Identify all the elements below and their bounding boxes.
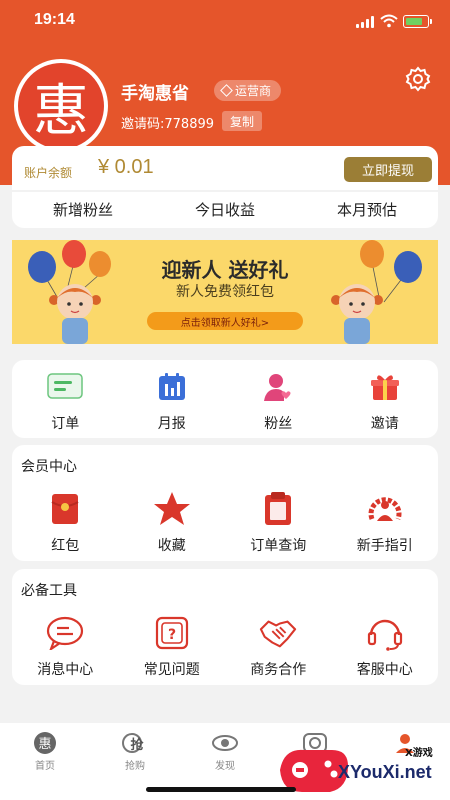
copy-button[interactable]: 复制: [222, 111, 263, 131]
svg-text:抢: 抢: [130, 737, 144, 753]
tool-label: 常见问题: [143, 662, 200, 678]
balance-label: 账户余额: [24, 166, 73, 180]
tab-home[interactable]: 惠 首页: [20, 731, 70, 772]
tool-label: 商务合作: [250, 662, 307, 678]
handshake-icon: [259, 614, 297, 652]
member-label: 订单查询: [250, 538, 307, 554]
username: 手淘惠省: [121, 84, 189, 104]
avatar[interactable]: 惠: [14, 59, 108, 153]
balance-card: 账户余额 ¥ 0.01 立即提现: [12, 146, 438, 190]
invite-code: 邀请码:778899: [121, 117, 215, 132]
watermark-big-text: XYouXi.net: [338, 762, 432, 782]
member-center-title: 会员中心: [21, 459, 77, 475]
home-indicator: [146, 787, 296, 792]
quick-menu-label: 订单: [51, 416, 80, 432]
quick-menu-fans[interactable]: 粉丝: [225, 368, 332, 433]
quick-menu-label: 月报: [157, 416, 186, 432]
tab-label: 抢购: [125, 761, 145, 772]
quick-menu-card: 订单 月报 粉丝 邀请: [12, 360, 438, 438]
stat-month-estimate[interactable]: 本月预估: [296, 192, 438, 228]
guide-icon: [366, 490, 404, 528]
banner-cta-button[interactable]: 点击领取新人好礼>: [147, 312, 303, 330]
promo-banner[interactable]: 迎新人 送好礼 新人免费领红包 点击领取新人好礼>: [12, 240, 438, 344]
clipboard-icon: [259, 490, 297, 528]
settings-gear-icon[interactable]: [405, 66, 431, 92]
report-icon: [153, 368, 191, 406]
status-bar: 19:14: [0, 0, 450, 44]
invite-gift-icon: [366, 368, 404, 406]
svg-text:?: ?: [168, 627, 176, 643]
battery-icon: [403, 15, 432, 28]
member-label: 收藏: [157, 538, 186, 554]
diamond-icon: [220, 84, 233, 97]
member-label: 红包: [51, 538, 80, 554]
member-favorites[interactable]: 收藏: [119, 490, 226, 555]
stat-today-income[interactable]: 今日收益: [154, 192, 296, 228]
tools-title: 必备工具: [21, 583, 77, 599]
headset-icon: [366, 614, 404, 652]
quick-menu-label: 邀请: [370, 416, 399, 432]
svg-text:惠: 惠: [38, 737, 51, 752]
member-order-query[interactable]: 订单查询: [225, 490, 332, 555]
balance-value: ¥ 0.01: [98, 156, 154, 178]
tool-message-center[interactable]: 消息中心: [12, 614, 119, 679]
member-red-envelope[interactable]: 红包: [12, 490, 119, 555]
tab-rush-buy[interactable]: 抢 抢购: [110, 731, 160, 772]
tab-label: 首页: [35, 761, 55, 772]
watermark-small-text: X游戏: [405, 748, 433, 759]
tool-business-cooperation[interactable]: 商务合作: [225, 614, 332, 679]
order-icon: [46, 368, 84, 406]
member-beginner-guide[interactable]: 新手指引: [332, 490, 439, 555]
home-hui-icon: 惠: [34, 732, 56, 754]
tab-discover[interactable]: 发现: [200, 731, 250, 772]
tool-label: 客服中心: [356, 662, 413, 678]
quick-menu-invite[interactable]: 邀请: [332, 368, 439, 433]
role-label: 运营商: [235, 84, 272, 98]
quick-menu-label: 粉丝: [264, 416, 293, 432]
banner-subtitle: 新人免费领红包: [176, 284, 274, 300]
avatar-logo: 惠: [18, 63, 104, 149]
signal-icon: [356, 16, 376, 28]
member-center-card: 会员中心 红包 收藏 订单查询 新手指引: [12, 445, 438, 561]
tool-customer-service[interactable]: 客服中心: [332, 614, 439, 679]
quick-menu-report[interactable]: 月报: [119, 368, 226, 433]
question-icon: ?: [153, 614, 191, 652]
fans-icon: [259, 368, 297, 406]
member-label: 新手指引: [356, 538, 413, 554]
rush-buy-icon: 抢: [122, 733, 144, 753]
tab-label: 发现: [215, 761, 235, 772]
discover-icon: [212, 735, 238, 751]
status-time: 19:14: [34, 11, 75, 28]
role-badge: 运营商: [214, 80, 282, 101]
red-envelope-icon: [46, 490, 84, 528]
banner-title: 迎新人 送好礼: [161, 258, 289, 282]
message-icon: [46, 614, 84, 652]
quick-menu-order[interactable]: 订单: [12, 368, 119, 433]
tool-faq[interactable]: ? 常见问题: [119, 614, 226, 679]
withdraw-button[interactable]: 立即提现: [344, 157, 432, 182]
stat-new-fans[interactable]: 新增粉丝: [12, 192, 154, 228]
stats-row: 新增粉丝 今日收益 本月预估: [12, 192, 438, 228]
star-icon: [153, 490, 191, 528]
tool-label: 消息中心: [37, 662, 94, 678]
tools-card: 必备工具 消息中心 ? 常见问题 商务合作 客服中心: [12, 569, 438, 685]
wifi-icon: [380, 14, 398, 28]
